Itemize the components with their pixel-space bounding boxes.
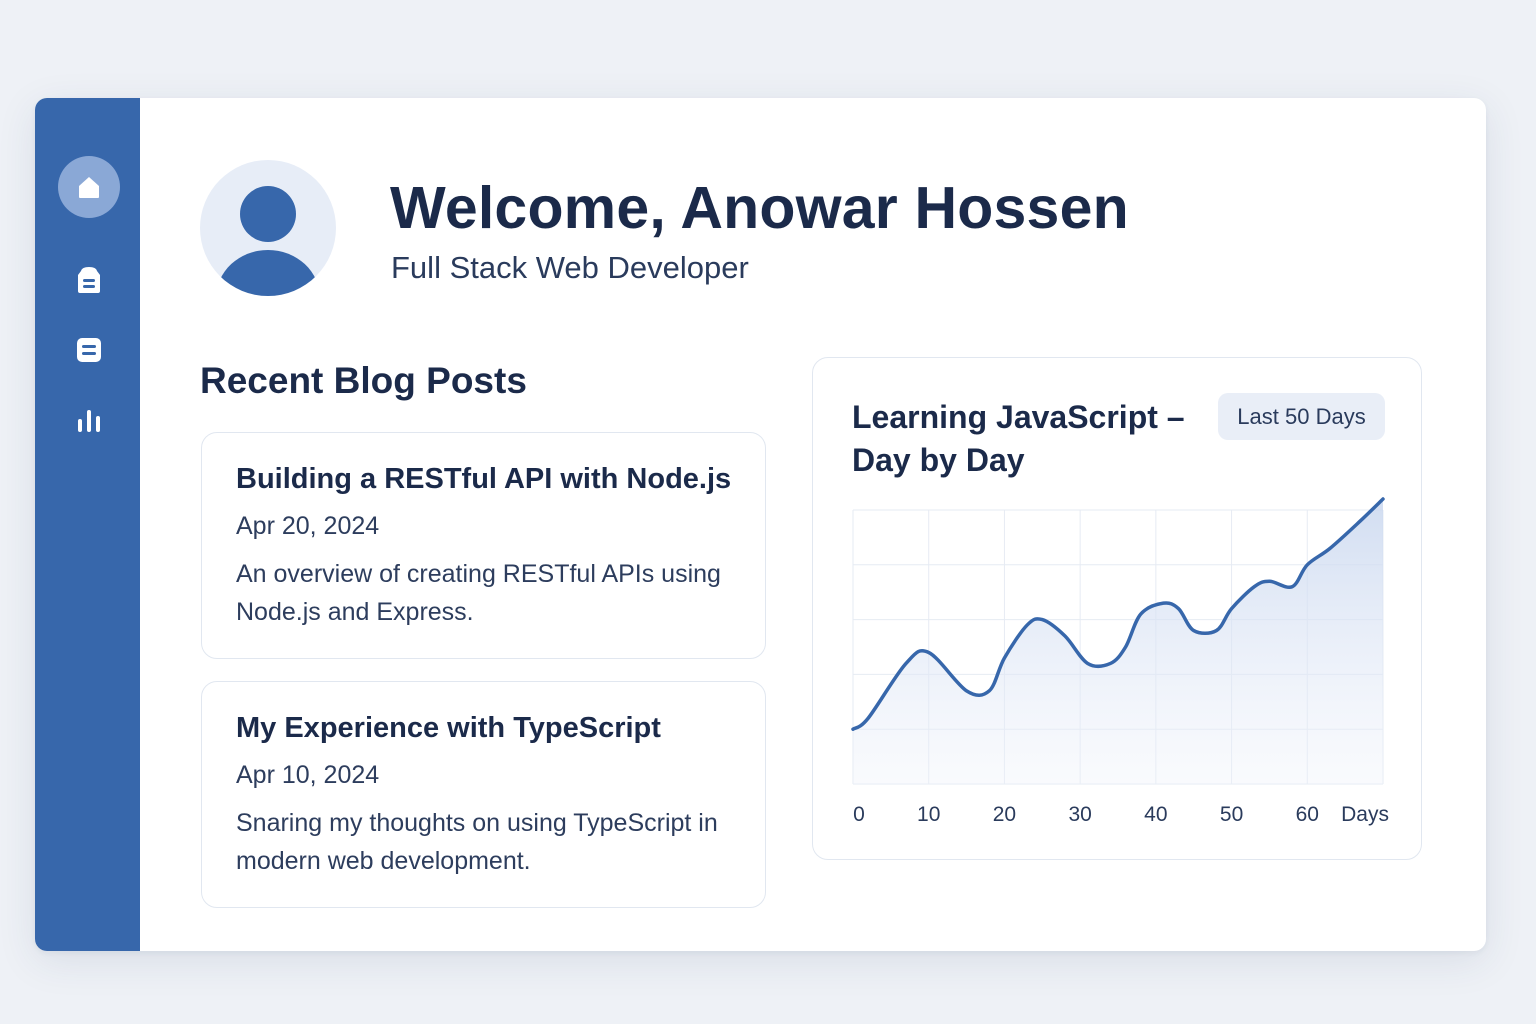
x-axis-ticks: 0 10 20 30 40 50 60 Days	[853, 803, 1389, 826]
post-title[interactable]: My Experience with TypeScript	[236, 712, 731, 745]
chart-area	[853, 499, 1383, 784]
learning-chart-card: 0 10 20 30 40 50 60 Days Learning JavaScript – …	[812, 357, 1422, 860]
post-date: Apr 10, 2024	[236, 761, 380, 789]
post-title[interactable]: Building a RESTful API with Node.js	[236, 463, 731, 496]
x-tick-label: 40	[1144, 803, 1167, 826]
x-axis-label: Days	[1341, 803, 1389, 826]
user-role: Full Stack Web Developer	[391, 250, 749, 285]
sidebar	[35, 98, 140, 951]
x-tick-label: 30	[1068, 803, 1091, 826]
blog-post-card[interactable]: Building a RESTful API with Node.js Apr …	[201, 432, 766, 659]
app-window: Welcome, Anowar Hossen Full Stack Web De…	[35, 98, 1486, 951]
user-icon	[216, 186, 320, 296]
range-filter-button[interactable]: Last 50 Days	[1218, 393, 1385, 440]
x-tick-label: 0	[853, 803, 865, 826]
x-tick-label: 20	[993, 803, 1016, 826]
post-date: Apr 20, 2024	[236, 512, 380, 540]
archive-icon	[78, 267, 100, 293]
sidebar-item-stats[interactable]	[58, 389, 120, 451]
x-tick-label: 60	[1296, 803, 1319, 826]
list-icon	[77, 338, 101, 362]
chart-icon	[78, 410, 100, 432]
home-icon	[79, 177, 99, 198]
post-description: An overview of creating RESTful APIs usi…	[236, 560, 721, 626]
blog-post-card[interactable]: My Experience with TypeScript Apr 10, 20…	[201, 681, 766, 908]
x-tick-label: 10	[917, 803, 940, 826]
blog-section-title: Recent Blog Posts	[200, 360, 527, 401]
chart-title: Learning JavaScript – Day by Day	[852, 399, 1185, 478]
sidebar-item-list[interactable]	[58, 319, 120, 381]
avatar[interactable]	[200, 160, 336, 296]
x-tick-label: 50	[1220, 803, 1243, 826]
sidebar-item-archive[interactable]	[58, 249, 120, 311]
post-description: Snaring my thoughts on using TypeScript …	[236, 809, 718, 875]
page-title: Welcome, Anowar Hossen	[390, 175, 1129, 241]
sidebar-item-home[interactable]	[58, 156, 120, 218]
